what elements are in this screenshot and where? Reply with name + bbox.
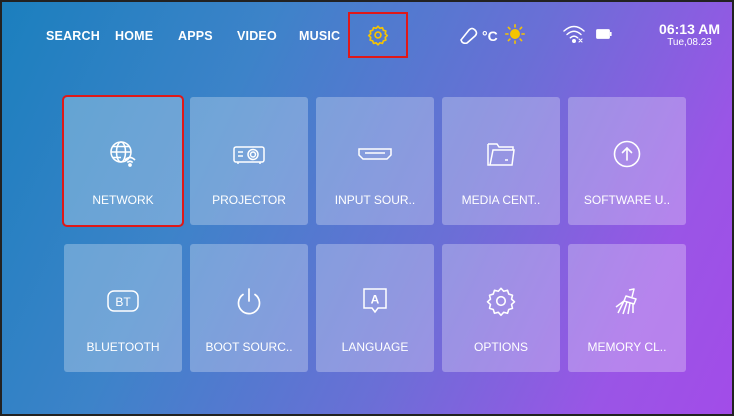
tile-language[interactable]: A LANGUAGE xyxy=(316,244,434,372)
tile-label: INPUT SOUR.. xyxy=(334,193,416,207)
tile-label: LANGUAGE xyxy=(341,340,409,354)
tile-input-source[interactable]: INPUT SOUR.. xyxy=(316,97,434,225)
language-icon: A xyxy=(363,288,387,314)
tile-label: MEDIA CENT.. xyxy=(461,193,541,207)
nav-music[interactable]: MUSIC xyxy=(299,29,340,43)
clock: 06:13 AM Tue,08.23 xyxy=(659,21,720,49)
temperature-unit: °C xyxy=(482,28,498,44)
sun-icon xyxy=(505,24,525,44)
tile-label: SOFTWARE U.. xyxy=(583,193,671,207)
nav-video[interactable]: VIDEO xyxy=(237,29,277,43)
top-bar: SEARCH HOME APPS VIDEO MUSIC °C 06:13 AM… xyxy=(2,2,732,62)
projector-icon xyxy=(233,146,265,164)
tile-label: BOOT SOURC.. xyxy=(205,340,293,354)
tile-network[interactable]: NETWORK xyxy=(62,95,184,227)
language-icon-letter: A xyxy=(371,293,380,307)
tile-media-center[interactable]: MEDIA CENT.. xyxy=(442,97,560,225)
tile-options[interactable]: OPTIONS xyxy=(442,244,560,372)
tile-label: PROJECTOR xyxy=(212,193,286,207)
tile-bluetooth[interactable]: BT BLUETOOTH xyxy=(64,244,182,372)
tile-boot-source[interactable]: BOOT SOURC.. xyxy=(190,244,308,372)
tile-label: BLUETOOTH xyxy=(86,340,160,354)
nav-apps[interactable]: APPS xyxy=(178,29,213,43)
tile-memory-clean[interactable]: MEMORY CL.. xyxy=(568,244,686,372)
nav-search[interactable]: SEARCH xyxy=(46,29,100,43)
tile-label: NETWORK xyxy=(92,193,154,207)
svg-text:BT: BT xyxy=(115,295,131,309)
home-screen: SEARCH HOME APPS VIDEO MUSIC °C 06:13 AM… xyxy=(0,0,734,416)
wifi-disconnected-icon xyxy=(562,24,586,44)
broom-icon xyxy=(615,288,637,315)
tile-label: OPTIONS xyxy=(473,340,528,354)
clock-time: 06:13 AM xyxy=(659,21,720,37)
upload-arrow-icon xyxy=(613,140,641,168)
settings-button[interactable] xyxy=(348,12,408,58)
battery-icon xyxy=(596,29,612,39)
tile-software-update[interactable]: SOFTWARE U.. xyxy=(568,97,686,225)
gear-icon xyxy=(367,25,389,46)
gear-icon xyxy=(486,287,516,317)
bluetooth-bt-icon: BT xyxy=(107,290,139,312)
network-globe-icon xyxy=(110,141,136,167)
hdmi-icon xyxy=(358,148,392,160)
tile-projector[interactable]: PROJECTOR xyxy=(190,97,308,225)
nav-home[interactable]: HOME xyxy=(115,29,153,43)
clock-date: Tue,08.23 xyxy=(667,37,712,48)
folder-icon xyxy=(487,143,515,166)
temperature-icon xyxy=(458,26,482,44)
tile-label: MEMORY CL.. xyxy=(587,340,667,354)
power-icon xyxy=(237,288,261,315)
